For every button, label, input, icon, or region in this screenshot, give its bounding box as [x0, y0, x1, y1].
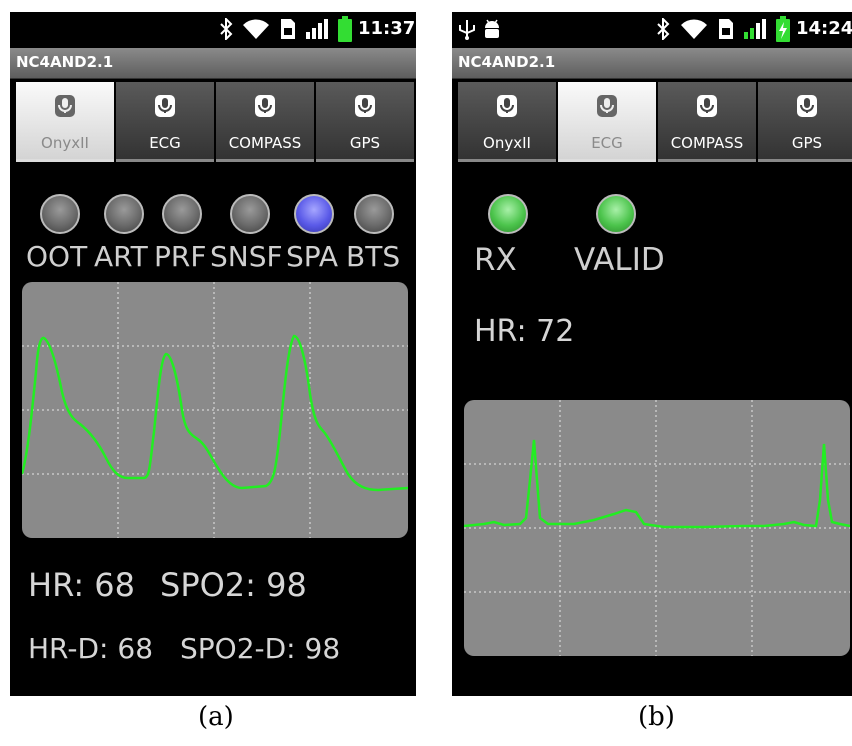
- app-title-bar: NC4AND2.1: [10, 48, 416, 79]
- oot-indicator-led: [40, 194, 80, 234]
- tab-ecg[interactable]: ECG: [558, 82, 656, 162]
- sim-icon: [281, 19, 295, 39]
- tab-label: COMPASS: [670, 134, 744, 152]
- wifi-icon: [681, 19, 707, 39]
- tab-ecg[interactable]: ECG: [116, 82, 214, 162]
- android-debug-icon: [485, 19, 499, 38]
- spo2-d-readout: SPO2-D: 98: [180, 632, 341, 665]
- tab-onyxii[interactable]: OnyxII: [458, 82, 556, 162]
- battery-icon: [338, 16, 352, 42]
- phone-screen-b: 14:24 NC4AND2.1 OnyxII ECG COMPASS GPS R…: [452, 12, 852, 696]
- caption-a: (a): [198, 702, 234, 732]
- microphone-icon: [597, 95, 617, 117]
- sim-icon: [719, 19, 733, 39]
- spo2-readout: SPO2: 98: [160, 566, 307, 604]
- tab-bar: OnyxII ECG COMPASS GPS: [458, 82, 852, 162]
- microphone-icon: [797, 95, 817, 117]
- app-title: NC4AND2.1: [16, 53, 114, 71]
- tab-label: OnyxII: [483, 134, 531, 152]
- status-bar: 14:24: [452, 12, 852, 48]
- tab-label: GPS: [349, 134, 381, 152]
- tab-bar: OnyxII ECG COMPASS GPS: [16, 82, 416, 162]
- tab-compass[interactable]: COMPASS: [216, 82, 314, 162]
- phone-screen-a: 11:37 NC4AND2.1 OnyxII ECG COMPASS GPS O…: [10, 12, 416, 696]
- wifi-icon: [243, 19, 269, 39]
- tab-label: COMPASS: [228, 134, 302, 152]
- spa-indicator-led: [294, 194, 334, 234]
- rx-indicator-led: [488, 194, 528, 234]
- pleth-waveform-plot: [22, 282, 408, 538]
- microphone-icon: [355, 95, 375, 117]
- tab-label: OnyxII: [41, 134, 89, 152]
- prf-label: PRF: [154, 240, 207, 273]
- tab-onyxii[interactable]: OnyxII: [16, 82, 114, 162]
- app-title: NC4AND2.1: [458, 53, 556, 71]
- tab-label: ECG: [149, 134, 181, 152]
- tab-gps[interactable]: GPS: [316, 82, 414, 162]
- ecg-waveform: [464, 400, 850, 656]
- tab-compass[interactable]: COMPASS: [658, 82, 756, 162]
- battery-icon: [776, 16, 790, 42]
- usb-icon: [459, 20, 475, 40]
- bts-label: BTS: [346, 240, 401, 273]
- microphone-icon: [155, 95, 175, 117]
- tab-gps[interactable]: GPS: [758, 82, 852, 162]
- microphone-icon: [697, 95, 717, 117]
- microphone-icon: [497, 95, 517, 117]
- pleth-waveform: [22, 282, 408, 538]
- microphone-icon: [55, 95, 75, 117]
- art-label: ART: [94, 240, 148, 273]
- status-time: 14:24: [796, 18, 852, 39]
- status-bar: 11:37: [10, 12, 416, 48]
- caption-b: (b): [638, 702, 675, 732]
- signal-icon: [744, 19, 766, 39]
- status-time: 11:37: [358, 18, 416, 39]
- bts-indicator-led: [354, 194, 394, 234]
- snsf-label: SNSF: [210, 240, 283, 273]
- tab-label: ECG: [591, 134, 623, 152]
- oot-label: OOT: [26, 240, 88, 273]
- valid-indicator-led: [596, 194, 636, 234]
- hr-readout: HR: 72: [474, 314, 575, 349]
- rx-label: RX: [474, 242, 517, 278]
- snsf-indicator-led: [230, 194, 270, 234]
- signal-icon: [306, 19, 328, 39]
- prf-indicator-led: [162, 194, 202, 234]
- microphone-icon: [255, 95, 275, 117]
- valid-label: VALID: [574, 242, 665, 278]
- art-indicator-led: [104, 194, 144, 234]
- bluetooth-icon: [657, 18, 670, 40]
- spa-label: SPA: [286, 240, 339, 273]
- ecg-waveform-plot: [464, 400, 850, 656]
- app-title-bar: NC4AND2.1: [452, 48, 852, 79]
- hr-d-readout: HR-D: 68: [28, 632, 154, 665]
- bluetooth-icon: [220, 18, 233, 40]
- hr-readout: HR: 68: [28, 566, 135, 604]
- tab-label: GPS: [791, 134, 823, 152]
